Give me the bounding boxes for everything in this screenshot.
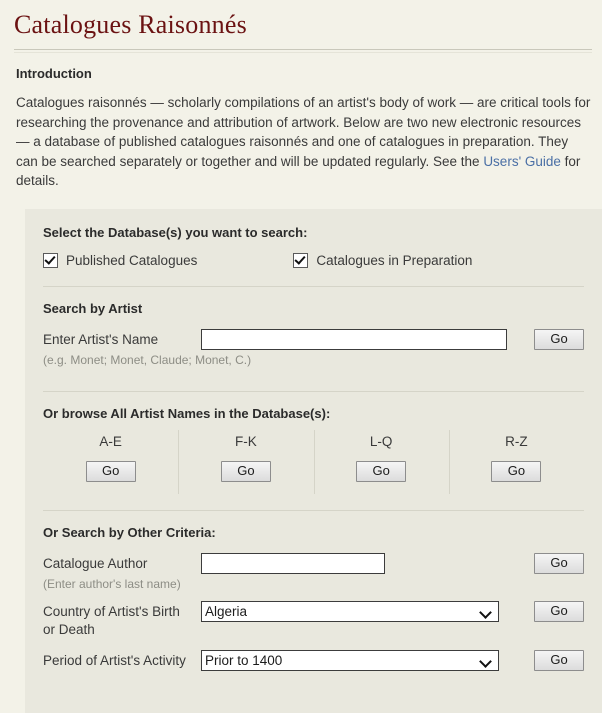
browse-artist-names-title: Or browse All Artist Names in the Databa…	[43, 405, 331, 421]
checkbox-published-catalogues[interactable]: Published Catalogues	[43, 252, 198, 268]
browse-range-label: R-Z	[505, 433, 528, 449]
browse-go-button-a-e[interactable]: Go	[85, 460, 136, 482]
browse-range-label: A-E	[99, 433, 122, 449]
introduction-paragraph: Catalogues raisonnés — scholarly compila…	[16, 93, 592, 191]
artist-name-hint: (e.g. Monet; Monet, Claude; Monet, C.)	[43, 352, 252, 367]
catalogue-author-hint: (Enter author's last name)	[43, 576, 181, 591]
other-criteria-title: Or Search by Other Criteria:	[43, 524, 216, 540]
country-field-row: Country of Artist's Birth or Death Alger…	[43, 600, 584, 639]
database-selection-section: Select the Database(s) you want to searc…	[43, 225, 584, 286]
browse-columns: A-E Go F-K Go L-Q Go R-Z Go	[43, 429, 584, 494]
introduction-section: Introduction Catalogues raisonnés — scho…	[0, 53, 602, 191]
checkbox-catalogues-in-preparation[interactable]: Catalogues in Preparation	[293, 252, 473, 268]
search-panel: Select the Database(s) you want to searc…	[25, 208, 602, 713]
search-by-artist-title: Search by Artist	[43, 300, 143, 316]
country-label: Country of Artist's Birth or Death	[43, 601, 201, 639]
database-selection-title: Select the Database(s) you want to searc…	[43, 224, 308, 240]
browse-range-label: L-Q	[369, 433, 393, 449]
country-select-wrapper: Algeria	[201, 600, 499, 622]
checkbox-checked-icon[interactable]	[43, 252, 58, 268]
divider-after-artist-section	[43, 390, 584, 392]
period-select[interactable]: Prior to 1400	[201, 649, 499, 671]
checkbox-published-catalogues-label: Published Catalogues	[66, 252, 198, 268]
period-label: Period of Artist's Activity	[43, 652, 186, 668]
country-go-button[interactable]: Go	[534, 600, 584, 622]
artist-name-field-row: Enter Artist's Name Go	[43, 328, 584, 350]
checkbox-checked-icon[interactable]	[293, 252, 309, 268]
database-checkbox-row: Published Catalogues Catalogues in Prepa…	[43, 252, 584, 268]
introduction-heading: Introduction	[16, 66, 92, 81]
country-label-line1: Country of Artist's Birth	[43, 603, 180, 619]
artist-name-go-button[interactable]: Go	[534, 328, 584, 350]
browse-range-label: F-K	[235, 433, 257, 449]
catalogue-author-field-row: Catalogue Author Go	[43, 552, 584, 574]
artist-name-label: Enter Artist's Name	[43, 331, 159, 347]
browse-go-button-l-q[interactable]: Go	[356, 460, 407, 482]
search-by-artist-section: Search by Artist Enter Artist's Name Go …	[43, 301, 584, 382]
browse-artist-names-section: Or browse All Artist Names in the Databa…	[43, 406, 584, 496]
country-select[interactable]: Algeria	[201, 600, 499, 622]
other-criteria-section: Or Search by Other Criteria: Catalogue A…	[43, 525, 584, 687]
browse-column-f-k: F-K Go	[178, 429, 313, 494]
browse-column-a-e: A-E Go	[43, 434, 178, 482]
browse-go-button-f-k[interactable]: Go	[220, 460, 271, 482]
catalogue-author-label: Catalogue Author	[43, 555, 148, 571]
period-go-button[interactable]: Go	[534, 649, 584, 671]
divider-after-browse-section	[43, 509, 584, 511]
catalogue-author-go-button[interactable]: Go	[534, 552, 584, 574]
catalogue-author-input[interactable]	[201, 552, 385, 574]
page-header: Catalogues Raisonnés	[0, 0, 602, 42]
browse-go-button-r-z[interactable]: Go	[491, 460, 542, 482]
checkbox-catalogues-in-preparation-label: Catalogues in Preparation	[316, 252, 473, 268]
country-label-line2: or Death	[43, 621, 95, 637]
users-guide-link[interactable]: Users' Guide	[483, 154, 561, 169]
period-field-row: Period of Artist's Activity Prior to 140…	[43, 649, 584, 671]
page-title: Catalogues Raisonnés	[14, 10, 247, 39]
artist-name-input[interactable]	[201, 328, 507, 350]
divider-after-database-section	[43, 285, 584, 287]
period-select-wrapper: Prior to 1400	[201, 649, 499, 671]
browse-column-r-z: R-Z Go	[448, 429, 584, 494]
browse-column-l-q: L-Q Go	[313, 429, 449, 494]
